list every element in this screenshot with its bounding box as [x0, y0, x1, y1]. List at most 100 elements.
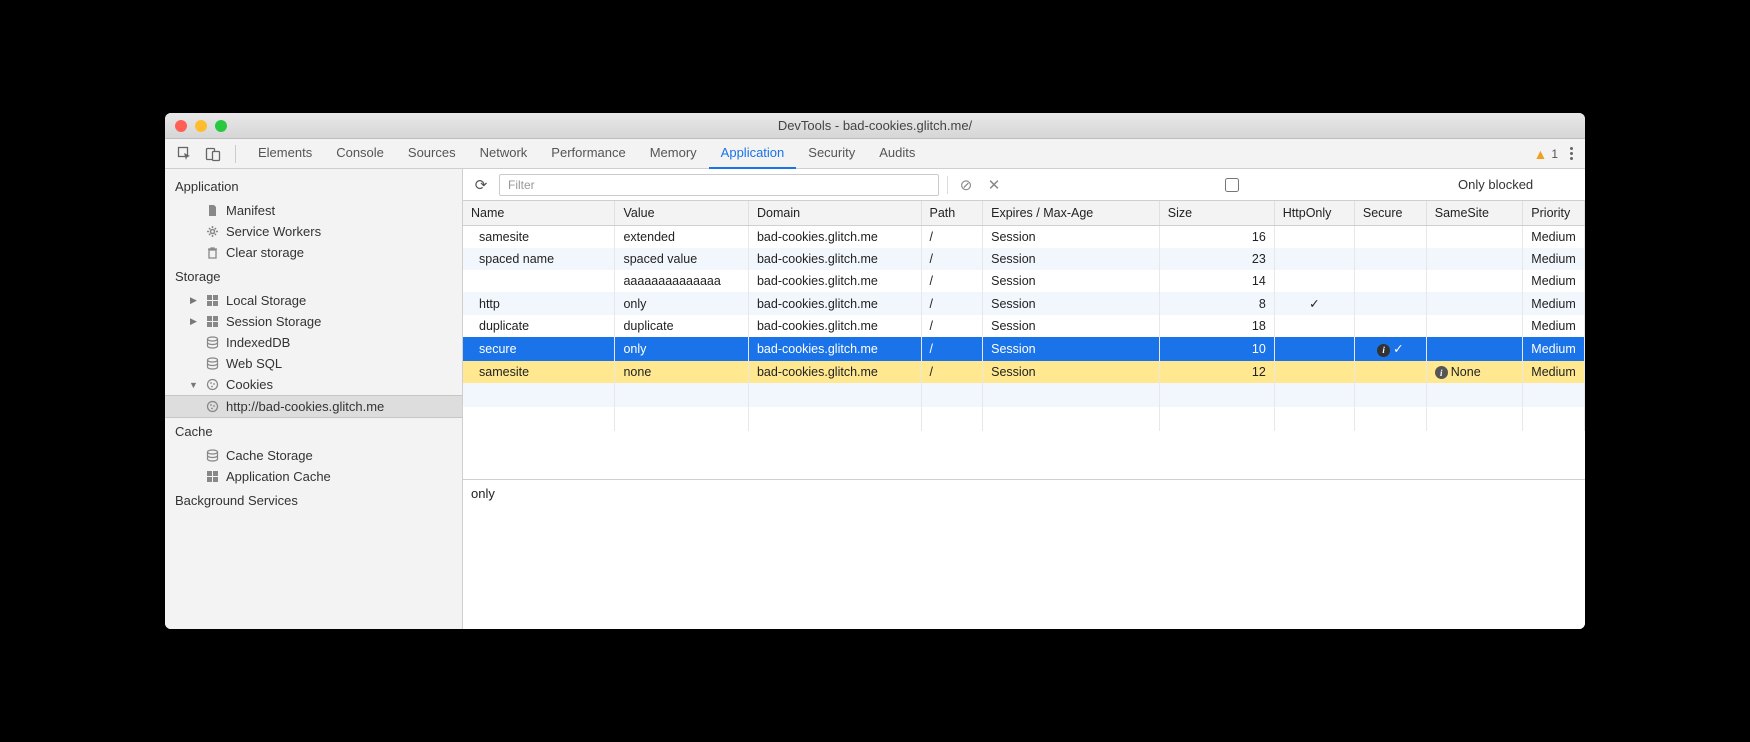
table-row[interactable]: secureonlybad-cookies.glitch.me/Session1…: [463, 337, 1585, 361]
cell-httponly[interactable]: [1274, 337, 1354, 361]
cell-name[interactable]: [463, 270, 615, 292]
cell-samesite[interactable]: [1426, 315, 1523, 337]
cell-size[interactable]: 8: [1159, 292, 1274, 315]
cell-path[interactable]: /: [921, 361, 983, 384]
cell-name[interactable]: samesite: [463, 226, 615, 249]
only-blocked-toggle[interactable]: Only blocked: [1012, 177, 1533, 192]
cell-priority[interactable]: Medium: [1523, 248, 1585, 270]
sidebar-item-web-sql[interactable]: ▶Web SQL: [165, 353, 462, 374]
delete-selected-icon[interactable]: ✕: [984, 176, 1004, 194]
cell-value[interactable]: none: [615, 361, 749, 384]
cell-size[interactable]: 12: [1159, 361, 1274, 384]
tab-network[interactable]: Network: [468, 139, 540, 169]
cell-samesite[interactable]: [1426, 226, 1523, 249]
expand-arrow-icon[interactable]: ▼: [189, 380, 198, 390]
sidebar-item-local-storage[interactable]: ▶Local Storage: [165, 290, 462, 311]
cell-size[interactable]: 16: [1159, 226, 1274, 249]
cell-path[interactable]: /: [921, 270, 983, 292]
refresh-icon[interactable]: ⟳: [471, 176, 491, 194]
table-row[interactable]: samesitenonebad-cookies.glitch.me/Sessio…: [463, 361, 1585, 384]
sidebar-item-application-cache[interactable]: ▶Application Cache: [165, 466, 462, 487]
cell-value[interactable]: extended: [615, 226, 749, 249]
expand-arrow-icon[interactable]: ▶: [189, 295, 198, 306]
cell-value[interactable]: only: [615, 292, 749, 315]
table-row[interactable]: samesiteextendedbad-cookies.glitch.me/Se…: [463, 226, 1585, 249]
close-window-button[interactable]: [175, 120, 187, 132]
tab-audits[interactable]: Audits: [867, 139, 927, 169]
cell-secure[interactable]: [1354, 361, 1426, 384]
expand-arrow-icon[interactable]: ▶: [189, 316, 198, 327]
cell-priority[interactable]: Medium: [1523, 292, 1585, 315]
minimize-window-button[interactable]: [195, 120, 207, 132]
column-header-expires-max-age[interactable]: Expires / Max-Age: [983, 201, 1160, 226]
cell-name[interactable]: duplicate: [463, 315, 615, 337]
sidebar-item-clear-storage[interactable]: ▶Clear storage: [165, 242, 462, 263]
cell-value[interactable]: only: [615, 337, 749, 361]
cell-samesite[interactable]: [1426, 270, 1523, 292]
tab-console[interactable]: Console: [324, 139, 396, 169]
cell-priority[interactable]: Medium: [1523, 270, 1585, 292]
column-header-value[interactable]: Value: [615, 201, 749, 226]
cell-expires[interactable]: Session: [983, 315, 1160, 337]
cell-priority[interactable]: Medium: [1523, 361, 1585, 384]
cell-expires[interactable]: Session: [983, 248, 1160, 270]
cell-path[interactable]: /: [921, 315, 983, 337]
cell-name[interactable]: samesite: [463, 361, 615, 384]
cell-value[interactable]: aaaaaaaaaaaaaa: [615, 270, 749, 292]
table-row[interactable]: duplicateduplicatebad-cookies.glitch.me/…: [463, 315, 1585, 337]
cell-expires[interactable]: Session: [983, 226, 1160, 249]
tab-security[interactable]: Security: [796, 139, 867, 169]
cell-path[interactable]: /: [921, 337, 983, 361]
cell-path[interactable]: /: [921, 248, 983, 270]
cell-expires[interactable]: Session: [983, 270, 1160, 292]
cell-httponly[interactable]: ✓: [1274, 292, 1354, 315]
cell-size[interactable]: 18: [1159, 315, 1274, 337]
sidebar-item-manifest[interactable]: ▶Manifest: [165, 200, 462, 221]
only-blocked-checkbox[interactable]: [1012, 178, 1452, 192]
cell-name[interactable]: secure: [463, 337, 615, 361]
filter-input[interactable]: [499, 174, 939, 196]
cell-priority[interactable]: Medium: [1523, 315, 1585, 337]
cell-value[interactable]: spaced value: [615, 248, 749, 270]
cell-httponly[interactable]: [1274, 270, 1354, 292]
cell-expires[interactable]: Session: [983, 292, 1160, 315]
cell-value[interactable]: duplicate: [615, 315, 749, 337]
cell-domain[interactable]: bad-cookies.glitch.me: [748, 270, 921, 292]
cell-httponly[interactable]: [1274, 226, 1354, 249]
cell-secure[interactable]: [1354, 248, 1426, 270]
cell-httponly[interactable]: [1274, 361, 1354, 384]
table-row[interactable]: httponlybad-cookies.glitch.me/Session8✓M…: [463, 292, 1585, 315]
device-toolbar-icon[interactable]: [201, 142, 225, 166]
sidebar-item-cache-storage[interactable]: ▶Cache Storage: [165, 445, 462, 466]
tab-memory[interactable]: Memory: [638, 139, 709, 169]
column-header-name[interactable]: Name: [463, 201, 615, 226]
cell-httponly[interactable]: [1274, 315, 1354, 337]
cell-samesite[interactable]: [1426, 337, 1523, 361]
tab-application[interactable]: Application: [709, 139, 797, 169]
cell-secure[interactable]: i✓: [1354, 337, 1426, 361]
column-header-path[interactable]: Path: [921, 201, 983, 226]
table-row[interactable]: aaaaaaaaaaaaaabad-cookies.glitch.me/Sess…: [463, 270, 1585, 292]
cell-size[interactable]: 23: [1159, 248, 1274, 270]
warnings-badge[interactable]: ▲ 1: [1533, 146, 1558, 162]
sidebar-item-service-workers[interactable]: ▶Service Workers: [165, 221, 462, 242]
tab-performance[interactable]: Performance: [539, 139, 637, 169]
cell-secure[interactable]: [1354, 315, 1426, 337]
table-row[interactable]: spaced namespaced valuebad-cookies.glitc…: [463, 248, 1585, 270]
cell-secure[interactable]: [1354, 270, 1426, 292]
cell-domain[interactable]: bad-cookies.glitch.me: [748, 337, 921, 361]
cell-samesite[interactable]: [1426, 292, 1523, 315]
sidebar-item-cookies[interactable]: ▼Cookies: [165, 374, 462, 395]
cell-domain[interactable]: bad-cookies.glitch.me: [748, 292, 921, 315]
sidebar-item-session-storage[interactable]: ▶Session Storage: [165, 311, 462, 332]
sidebar-item-cookie-origin[interactable]: http://bad-cookies.glitch.me: [165, 395, 462, 418]
cell-domain[interactable]: bad-cookies.glitch.me: [748, 361, 921, 384]
cell-domain[interactable]: bad-cookies.glitch.me: [748, 315, 921, 337]
sidebar-item-indexeddb[interactable]: ▶IndexedDB: [165, 332, 462, 353]
cell-domain[interactable]: bad-cookies.glitch.me: [748, 226, 921, 249]
cell-name[interactable]: http: [463, 292, 615, 315]
cell-expires[interactable]: Session: [983, 337, 1160, 361]
column-header-secure[interactable]: Secure: [1354, 201, 1426, 226]
tab-elements[interactable]: Elements: [246, 139, 324, 169]
cell-domain[interactable]: bad-cookies.glitch.me: [748, 248, 921, 270]
